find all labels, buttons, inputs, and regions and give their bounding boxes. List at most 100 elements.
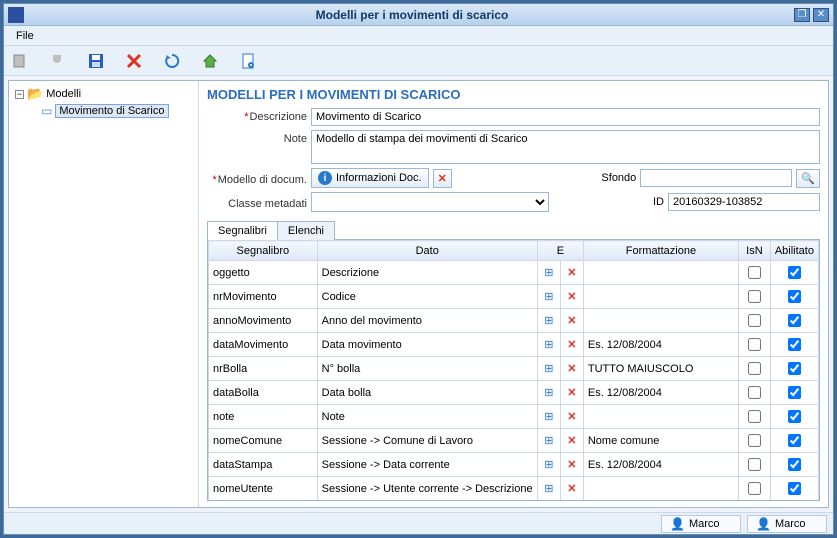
cell-segnalibro[interactable]: nomeUtente xyxy=(209,477,318,501)
cell-dato[interactable]: Data movimento xyxy=(317,333,537,357)
save-button[interactable] xyxy=(86,51,106,71)
cell-isn[interactable] xyxy=(739,333,771,357)
th-isn[interactable]: IsN xyxy=(739,241,771,261)
tab-elenchi[interactable]: Elenchi xyxy=(277,221,335,240)
cell-isn[interactable] xyxy=(739,357,771,381)
cell-formattazione[interactable]: TUTTO MAIUSCOLO xyxy=(583,357,738,381)
info-doc-button[interactable]: i Informazioni Doc. xyxy=(311,168,429,188)
cell-formattazione[interactable]: Es. 12/08/2004 xyxy=(583,453,738,477)
cell-edit[interactable]: ⊞ xyxy=(537,405,560,429)
document-button[interactable] xyxy=(238,51,258,71)
table-row[interactable]: annoMovimentoAnno del movimento⊞✕ xyxy=(209,309,819,333)
cell-segnalibro[interactable]: richiedente xyxy=(209,501,318,502)
cell-segnalibro[interactable]: dataMovimento xyxy=(209,333,318,357)
cell-dato[interactable]: Sessione -> Utente corrente -> Descrizio… xyxy=(317,477,537,501)
cell-segnalibro[interactable]: nomeComune xyxy=(209,429,318,453)
checkbox-isn[interactable] xyxy=(748,386,761,399)
cell-abilitato[interactable] xyxy=(770,309,818,333)
cell-dato[interactable]: Anno del movimento xyxy=(317,309,537,333)
cell-formattazione[interactable] xyxy=(583,501,738,502)
cell-clear[interactable]: ✕ xyxy=(560,309,583,333)
cell-clear[interactable]: ✕ xyxy=(560,405,583,429)
checkbox-isn[interactable] xyxy=(748,434,761,447)
table-row[interactable]: noteNote⊞✕ xyxy=(209,405,819,429)
menu-file[interactable]: File xyxy=(10,28,40,44)
cell-segnalibro[interactable]: nrMovimento xyxy=(209,285,318,309)
checkbox-isn[interactable] xyxy=(748,314,761,327)
cell-dato[interactable]: Sessione -> Data corrente xyxy=(317,453,537,477)
copy-button[interactable] xyxy=(48,51,68,71)
new-button[interactable] xyxy=(10,51,30,71)
cell-clear[interactable]: ✕ xyxy=(560,453,583,477)
cell-abilitato[interactable] xyxy=(770,357,818,381)
cell-segnalibro[interactable]: oggetto xyxy=(209,261,318,285)
checkbox-isn[interactable] xyxy=(748,458,761,471)
cell-segnalibro[interactable]: dataBolla xyxy=(209,381,318,405)
cell-edit[interactable]: ⊞ xyxy=(537,357,560,381)
cell-clear[interactable]: ✕ xyxy=(560,357,583,381)
cell-dato[interactable]: Descrizione xyxy=(317,261,537,285)
checkbox-isn[interactable] xyxy=(748,410,761,423)
tree-collapse-icon[interactable]: − xyxy=(15,90,24,99)
table-row[interactable]: dataBollaData bolla⊞✕Es. 12/08/2004 xyxy=(209,381,819,405)
table-row[interactable]: oggettoDescrizione⊞✕ xyxy=(209,261,819,285)
close-button[interactable]: ✕ xyxy=(813,8,829,22)
cell-clear[interactable]: ✕ xyxy=(560,261,583,285)
cell-isn[interactable] xyxy=(739,429,771,453)
cell-segnalibro[interactable]: dataStampa xyxy=(209,453,318,477)
checkbox-abilitato[interactable] xyxy=(788,362,801,375)
checkbox-isn[interactable] xyxy=(748,266,761,279)
cell-edit[interactable]: ⊞ xyxy=(537,501,560,502)
th-segnalibro[interactable]: Segnalibro xyxy=(209,241,318,261)
cell-dato[interactable]: Note xyxy=(317,405,537,429)
status-user-1[interactable]: 👤 Marco xyxy=(661,515,741,533)
select-classe-metadati[interactable] xyxy=(311,192,549,212)
cell-formattazione[interactable]: Nome comune xyxy=(583,429,738,453)
checkbox-abilitato[interactable] xyxy=(788,314,801,327)
cell-dato[interactable]: N° bolla xyxy=(317,357,537,381)
cell-edit[interactable]: ⊞ xyxy=(537,309,560,333)
cell-formattazione[interactable]: Es. 12/08/2004 xyxy=(583,381,738,405)
checkbox-isn[interactable] xyxy=(748,482,761,495)
home-button[interactable] xyxy=(200,51,220,71)
input-descrizione[interactable] xyxy=(311,108,820,126)
browse-sfondo-button[interactable]: 🔍 xyxy=(796,169,820,188)
checkbox-abilitato[interactable] xyxy=(788,266,801,279)
table-row[interactable]: dataStampaSessione -> Data corrente⊞✕Es.… xyxy=(209,453,819,477)
cell-edit[interactable]: ⊞ xyxy=(537,333,560,357)
table-row[interactable]: nomeComuneSessione -> Comune di Lavoro⊞✕… xyxy=(209,429,819,453)
cell-abilitato[interactable] xyxy=(770,261,818,285)
input-id[interactable] xyxy=(668,193,820,211)
checkbox-abilitato[interactable] xyxy=(788,482,801,495)
cell-abilitato[interactable] xyxy=(770,477,818,501)
cell-formattazione[interactable]: Es. 12/08/2004 xyxy=(583,333,738,357)
cell-edit[interactable]: ⊞ xyxy=(537,381,560,405)
tab-segnalibri[interactable]: Segnalibri xyxy=(207,221,278,240)
cell-clear[interactable]: ✕ xyxy=(560,477,583,501)
checkbox-abilitato[interactable] xyxy=(788,338,801,351)
cell-formattazione[interactable] xyxy=(583,477,738,501)
cell-edit[interactable]: ⊞ xyxy=(537,429,560,453)
checkbox-abilitato[interactable] xyxy=(788,290,801,303)
cell-edit[interactable]: ⊞ xyxy=(537,261,560,285)
th-abilitato[interactable]: Abilitato xyxy=(770,241,818,261)
cell-dato[interactable]: Richiedente -> Ragione sociale xyxy=(317,501,537,502)
cell-abilitato[interactable] xyxy=(770,453,818,477)
cell-clear[interactable]: ✕ xyxy=(560,429,583,453)
cell-isn[interactable] xyxy=(739,261,771,285)
cell-isn[interactable] xyxy=(739,477,771,501)
th-e[interactable]: E xyxy=(537,241,583,261)
th-formattazione[interactable]: Formattazione xyxy=(583,241,738,261)
cell-formattazione[interactable] xyxy=(583,309,738,333)
cell-abilitato[interactable] xyxy=(770,333,818,357)
checkbox-isn[interactable] xyxy=(748,338,761,351)
cell-edit[interactable]: ⊞ xyxy=(537,453,560,477)
checkbox-abilitato[interactable] xyxy=(788,434,801,447)
cell-abilitato[interactable] xyxy=(770,501,818,502)
table-row[interactable]: richiedenteRichiedente -> Ragione social… xyxy=(209,501,819,502)
th-dato[interactable]: Dato xyxy=(317,241,537,261)
table-row[interactable]: nomeUtenteSessione -> Utente corrente ->… xyxy=(209,477,819,501)
status-user-2[interactable]: 👤 Marco xyxy=(747,515,827,533)
cell-dato[interactable]: Codice xyxy=(317,285,537,309)
cell-formattazione[interactable] xyxy=(583,261,738,285)
